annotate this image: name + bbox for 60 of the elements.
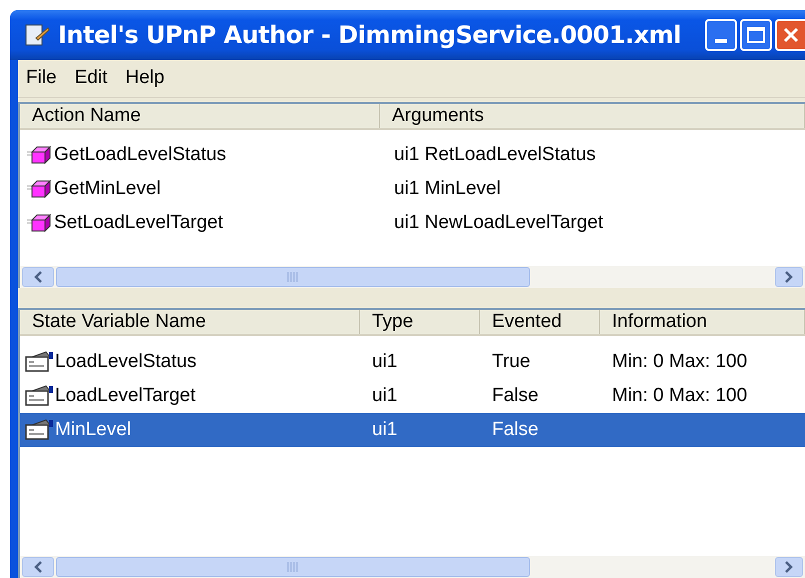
minimize-icon (715, 39, 727, 43)
list-row[interactable]: GetMinLevel ui1 MinLevel (20, 172, 805, 206)
column-header[interactable]: Evented (480, 310, 600, 334)
menu-item[interactable]: Help (125, 64, 164, 93)
grip-icon (286, 272, 300, 282)
table-cell-text: Min: 0 Max: 100 (611, 350, 748, 374)
grip-icon (286, 562, 300, 572)
table-cell-text: False (491, 418, 540, 442)
table-cell-text: Min: 0 Max: 100 (611, 384, 748, 408)
chevron-left-icon (33, 560, 43, 574)
scroll-thumb[interactable] (56, 267, 530, 287)
menu-item[interactable]: Edit (74, 64, 108, 93)
action-name: GetLoadLevelStatus (54, 142, 226, 167)
list-row[interactable]: LoadLevelStatus ui1 True Min: 0 Max: 100 (20, 345, 805, 379)
maximize-icon (747, 27, 765, 43)
column-header[interactable]: Arguments (380, 104, 805, 128)
list-row[interactable]: GetLoadLevelStatus ui1 RetLoadLevelStatus (20, 138, 805, 172)
scroll-thumb[interactable] (56, 557, 530, 577)
close-icon (783, 27, 799, 43)
table-cell-text: False (491, 384, 540, 408)
chevron-left-icon (33, 270, 43, 284)
horizontal-scrollbar[interactable] (20, 556, 805, 578)
table-cell-text: ui1 (371, 418, 398, 442)
chevron-right-icon (784, 270, 794, 284)
column-header[interactable]: State Variable Name (20, 310, 360, 334)
list-row[interactable]: SetLoadLevelTarget ui1 NewLoadLevelTarget (20, 206, 805, 240)
window-title: Intel's UPnP Author - DimmingService.0001.xml (58, 20, 681, 51)
horizontal-scrollbar[interactable] (20, 266, 805, 288)
scroll-right-button[interactable] (775, 267, 803, 287)
variable-name: LoadLevelTarget (55, 384, 196, 408)
table-cell-text: True (491, 350, 532, 374)
cube-icon (26, 213, 52, 233)
scroll-left-button[interactable] (22, 557, 54, 577)
variable-name: MinLevel (55, 418, 132, 442)
close-button[interactable] (775, 19, 805, 51)
cube-icon (26, 145, 52, 165)
table-cell-text: ui1 RetLoadLevelStatus (393, 142, 596, 167)
maximize-button[interactable] (740, 19, 772, 51)
list-row[interactable]: MinLevel ui1 False (20, 413, 805, 447)
table-cell-text: ui1 NewLoadLevelTarget (393, 210, 604, 235)
scroll-left-button[interactable] (22, 267, 54, 287)
variable-icon (24, 385, 54, 407)
action-name: SetLoadLevelTarget (54, 210, 224, 235)
chevron-right-icon (784, 560, 794, 574)
table-cell-text: ui1 MinLevel (393, 176, 501, 201)
column-header[interactable]: Type (360, 310, 480, 334)
list-row[interactable]: LoadLevelTarget ui1 False Min: 0 Max: 100 (20, 379, 805, 413)
variable-icon (24, 351, 54, 373)
table-cell-text: ui1 (371, 384, 398, 408)
menu-item[interactable]: File (26, 64, 57, 93)
variable-icon (24, 419, 54, 441)
minimize-button[interactable] (705, 19, 737, 51)
variable-name: LoadLevelStatus (55, 350, 197, 374)
cube-icon (26, 179, 52, 199)
table-cell-text: ui1 (371, 350, 398, 374)
column-header[interactable]: Information (600, 310, 805, 334)
app-icon (24, 22, 50, 48)
scroll-right-button[interactable] (775, 557, 803, 577)
action-name: GetMinLevel (54, 176, 161, 201)
column-header[interactable]: Action Name (20, 104, 380, 128)
